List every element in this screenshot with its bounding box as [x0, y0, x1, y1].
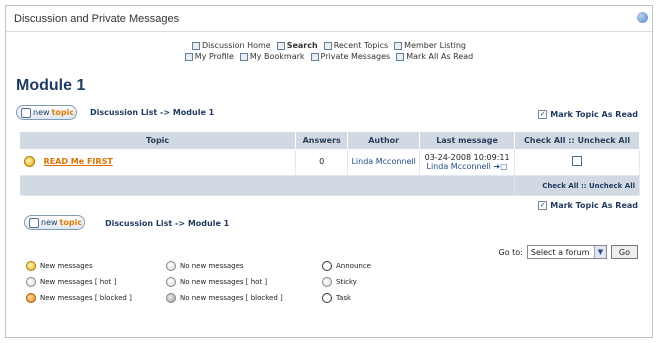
search-link[interactable]: Search [276, 40, 318, 51]
col-last-message: Last message [419, 132, 516, 149]
last-message-author[interactable]: Linda Mcconnell [427, 162, 491, 171]
legend-item: Announce [322, 261, 371, 271]
table-header-row: Topic Answers Author Last message Check … [20, 132, 640, 149]
sticky-icon [322, 277, 332, 287]
mark-topic-read-bottom[interactable]: ✓ Mark Topic As Read [538, 201, 638, 210]
no-new-messages-blocked-icon [166, 293, 176, 303]
private-messages-icon [310, 52, 319, 61]
recent-topics-icon [323, 41, 332, 50]
new-topic-icon [21, 107, 31, 118]
legend-item: No new messages [ blocked ] [166, 293, 283, 303]
discussion-home-link[interactable]: Discussion Home [192, 40, 271, 51]
col-answers: Answers [295, 132, 349, 149]
task-icon [322, 293, 332, 303]
panel-titlebar: Discussion and Private Messages [6, 6, 652, 32]
help-icon[interactable] [637, 12, 648, 23]
breadcrumb-bottom[interactable]: Discussion List -> Module 1 [105, 219, 229, 228]
new-messages-icon [26, 261, 36, 271]
new-topic-button-bottom[interactable]: new topic [24, 215, 85, 230]
legend-item: No new messages [ hot ] [166, 277, 267, 287]
table-footer-row: Check All :: Uncheck All [20, 175, 640, 196]
go-to-last-post-icon[interactable]: ➜▢ [493, 162, 507, 171]
member-listing-link[interactable]: Member Listing [394, 40, 466, 51]
author-link[interactable]: Linda Mcconnell [347, 149, 421, 176]
check-all-footer-toggle[interactable]: Check All :: Uncheck All [542, 182, 635, 190]
legend-item: Sticky [322, 277, 357, 287]
no-new-messages-hot-icon [166, 277, 176, 287]
recent-topics-link[interactable]: Recent Topics [323, 40, 388, 51]
check-all-toggle[interactable]: Check All :: Uncheck All [514, 132, 640, 149]
bookmark-icon [239, 52, 248, 61]
last-message-date: 03-24-2008 10:09:11 [424, 152, 510, 162]
last-message: 03-24-2008 10:09:11 Linda Mcconnell ➜▢ [419, 149, 516, 176]
mark-read-checkbox-icon: ✓ [538, 110, 548, 119]
member-listing-icon [394, 41, 403, 50]
home-icon [192, 41, 200, 50]
legend-item: New messages [26, 261, 93, 271]
my-bookmark-link[interactable]: My Bookmark [239, 51, 305, 62]
mark-all-read-link[interactable]: Mark All As Read [396, 51, 473, 62]
col-author: Author [347, 132, 421, 149]
table-row: READ Me FIRST 0 Linda Mcconnell 03-24-20… [20, 149, 640, 176]
legend-item: Task [322, 293, 351, 303]
chevron-down-icon: ▼ [593, 246, 606, 258]
new-messages-icon [24, 156, 35, 168]
forum-panel: Discussion and Private Messages Discussi… [5, 5, 653, 338]
goto-forum: Go to: Select a forum ▼ Go [499, 245, 638, 259]
legend-item: New messages [ blocked ] [26, 293, 132, 303]
col-topic: Topic [20, 132, 297, 149]
profile-icon [184, 52, 193, 61]
new-topic-icon [29, 217, 39, 228]
legend-item: New messages [ hot ] [26, 277, 116, 287]
go-button[interactable]: Go [610, 245, 638, 259]
mark-topic-read-top[interactable]: ✓ Mark Topic As Read [538, 110, 638, 119]
answers-count: 0 [295, 149, 349, 176]
topic-link[interactable]: READ Me FIRST [44, 157, 113, 166]
forum-select[interactable]: Select a forum ▼ [526, 245, 607, 259]
topic-checkbox[interactable] [572, 155, 583, 166]
announce-icon [322, 261, 332, 271]
private-messages-link[interactable]: Private Messages [310, 51, 390, 62]
goto-label: Go to: [498, 247, 523, 257]
mark-read-checkbox-icon: ✓ [538, 201, 548, 210]
module-title: Module 1 [16, 77, 86, 94]
new-topic-button[interactable]: new topic [16, 105, 77, 120]
my-profile-link[interactable]: My Profile [184, 51, 234, 62]
panel-title: Discussion and Private Messages [14, 12, 180, 25]
mark-all-read-icon [396, 52, 405, 61]
no-new-messages-icon [166, 261, 176, 271]
new-messages-hot-icon [26, 277, 36, 287]
new-messages-blocked-icon [26, 293, 36, 303]
search-icon [276, 41, 285, 50]
top-navigation: Discussion Home Search Recent Topics Mem… [6, 40, 652, 62]
breadcrumb[interactable]: Discussion List -> Module 1 [90, 108, 214, 117]
topics-table: Topic Answers Author Last message Check … [20, 132, 640, 196]
legend-item: No new messages [166, 261, 244, 271]
